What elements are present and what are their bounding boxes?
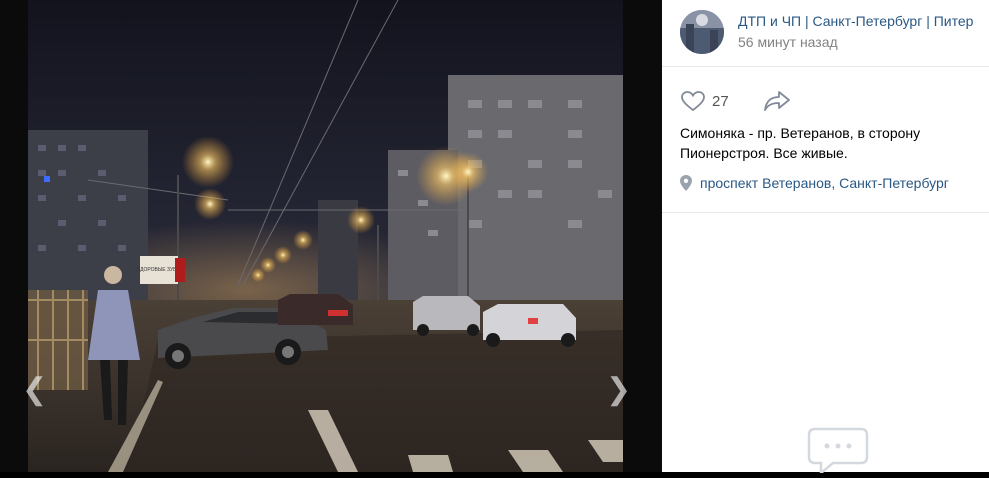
like-count: 27	[712, 92, 729, 110]
photo-viewer: ЗДОРОВЫЕ ЗУБЫ ❮ ❯	[0, 0, 662, 472]
post-header: ДТП и ЧП | Санкт-Петербург | Питер 56 ми…	[662, 0, 989, 67]
post-info-panel: ДТП и ЧП | Санкт-Петербург | Питер 56 ми…	[662, 0, 989, 476]
location-text: проспект Ветеранов, Санкт-Петербург	[700, 175, 949, 191]
post-photo[interactable]: ЗДОРОВЫЕ ЗУБЫ	[28, 0, 623, 472]
post-time[interactable]: 56 минут назад	[738, 34, 838, 50]
heart-icon	[681, 91, 705, 112]
share-arrow-icon	[764, 91, 790, 111]
post-text: Симоняка - пр. Ветеранов, в сторону Пион…	[680, 125, 921, 161]
comment-bubble-icon	[803, 427, 873, 478]
chevron-left-icon[interactable]: ❮	[22, 370, 47, 410]
like-button[interactable]: 27	[680, 88, 729, 114]
avatar-image	[680, 10, 724, 54]
chevron-right-icon[interactable]: ❯	[606, 370, 631, 410]
post-actions: 27	[680, 88, 980, 114]
divider	[662, 212, 989, 213]
map-pin-icon	[680, 175, 692, 191]
night-street-scene: ЗДОРОВЫЕ ЗУБЫ	[28, 0, 623, 472]
location-link[interactable]: проспект Ветеранов, Санкт-Петербург	[680, 173, 949, 193]
avatar[interactable]	[680, 10, 724, 54]
share-button[interactable]	[762, 88, 792, 114]
group-name-link[interactable]: ДТП и ЧП | Санкт-Петербург | Питер	[738, 13, 983, 29]
billboard-text: ЗДОРОВЫЕ ЗУБЫ	[137, 267, 181, 273]
